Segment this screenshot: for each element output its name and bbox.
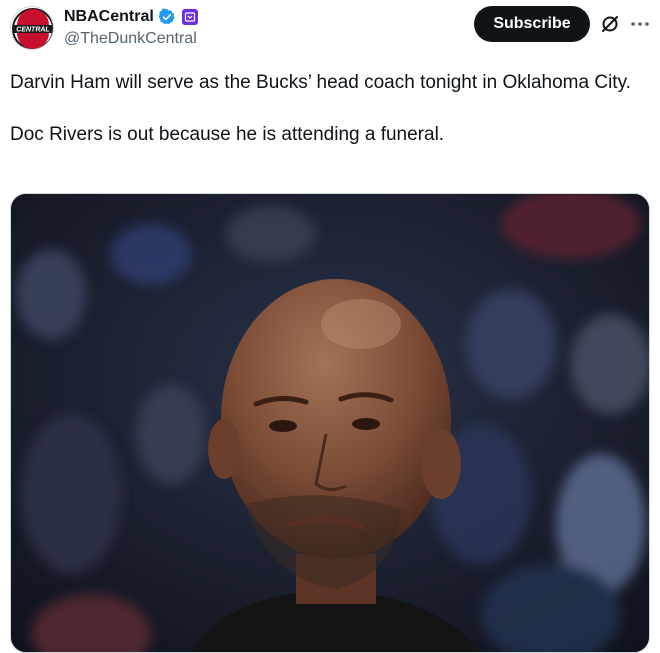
nba-central-logo: CENTRAL — [12, 8, 53, 49]
tweet-paragraph: Darvin Ham will serve as the Bucks’ head… — [10, 72, 631, 93]
subscribe-button[interactable]: Subscribe — [474, 6, 590, 42]
author-name[interactable]: NBACentral — [64, 8, 154, 26]
coach-photo — [11, 194, 649, 652]
affiliate-badge-icon[interactable] — [181, 9, 198, 25]
author-handle[interactable]: @TheDunkCentral — [64, 30, 198, 48]
grok-icon[interactable] — [598, 12, 622, 36]
verified-badge-icon — [158, 8, 176, 26]
svg-text:CENTRAL: CENTRAL — [16, 27, 49, 34]
avatar[interactable]: CENTRAL — [10, 6, 54, 50]
tweet-header: NBACentral @TheDunkCentral — [64, 6, 198, 48]
tweet-photo[interactable] — [10, 193, 650, 653]
tweet-text: Darvin Ham will serve as the Bucks’ head… — [10, 70, 640, 148]
tweet-paragraph: Doc Rivers is out because he is attendin… — [10, 124, 445, 145]
more-options-icon[interactable] — [628, 12, 652, 36]
